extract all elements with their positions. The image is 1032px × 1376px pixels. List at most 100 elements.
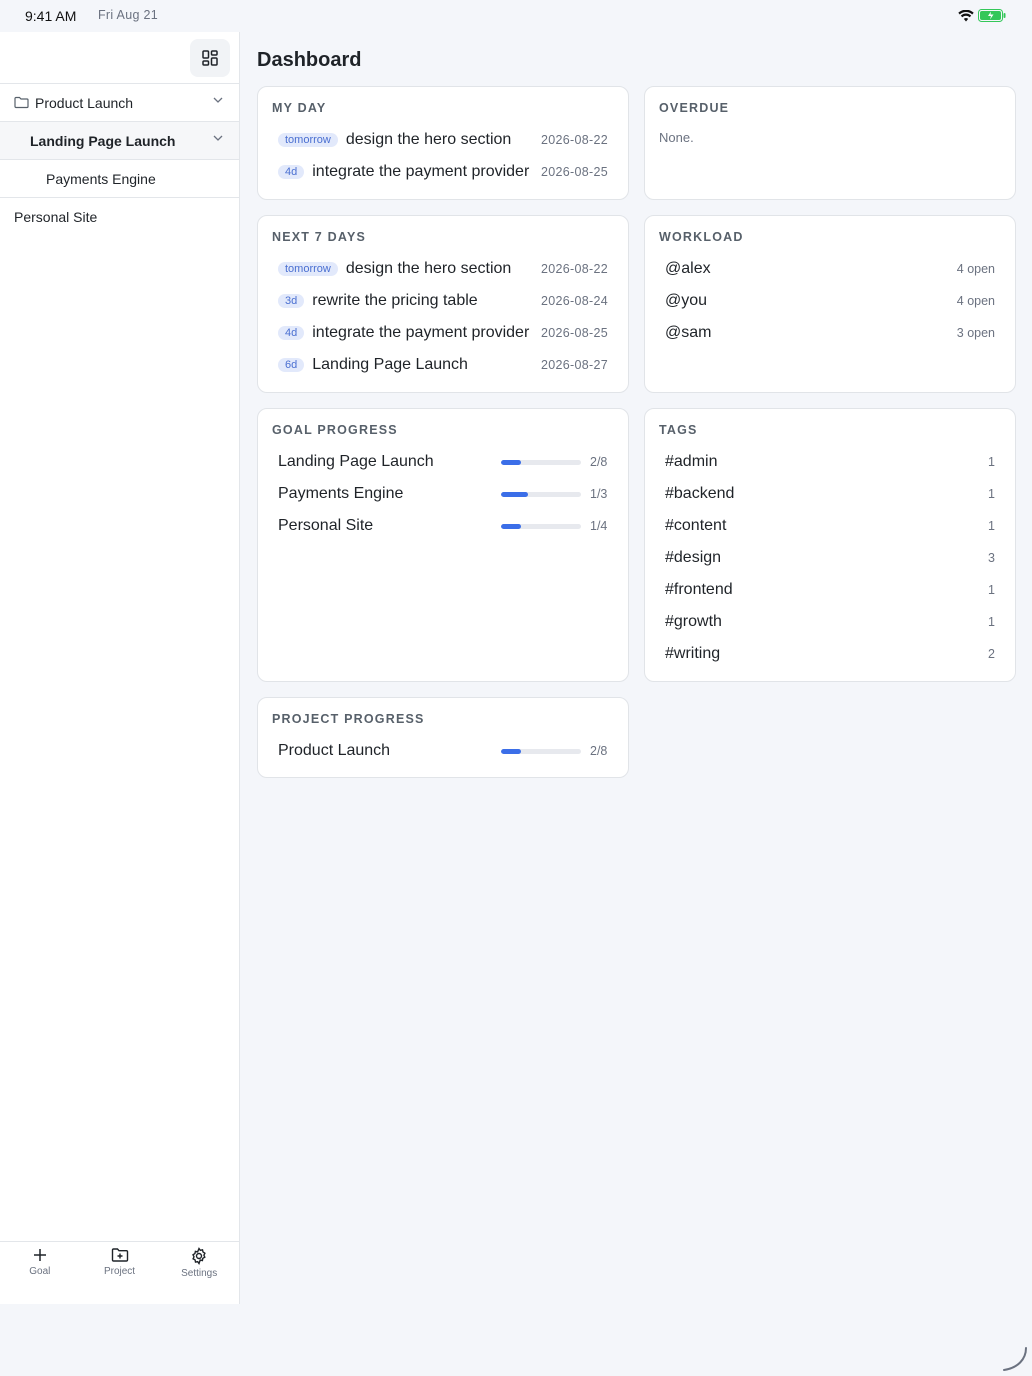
assignee-row[interactable]: @alex 4 open: [665, 256, 995, 282]
tag-row[interactable]: #content 1: [665, 513, 995, 539]
task-date: 2026-08-22: [541, 262, 608, 276]
tag-name: #content: [665, 517, 727, 534]
sidebar-item-landing-page-launch[interactable]: Landing Page Launch: [0, 122, 239, 160]
sidebar-item-label: Product Launch: [35, 94, 134, 111]
tag-name: #growth: [665, 613, 722, 630]
tag-count: 1: [988, 455, 995, 469]
tag-count: 1: [988, 487, 995, 501]
sidebar-item-label: Personal Site: [14, 209, 98, 225]
overdue-card: OVERDUE None.: [644, 86, 1016, 200]
task-row[interactable]: 4d integrate the payment provider 2026-0…: [278, 159, 608, 185]
sidebar-item-payments-engine[interactable]: Payments Engine: [0, 160, 239, 198]
goal-name: Payments Engine: [278, 485, 404, 502]
open-count: 4 open: [956, 294, 995, 308]
next-7-days-card: NEXT 7 DAYS tomorrow design the hero sec…: [257, 215, 629, 393]
gear-icon: [192, 1247, 206, 1265]
due-badge: 6d: [278, 358, 305, 372]
assignee-row[interactable]: @you 4 open: [665, 288, 995, 314]
folder-plus-icon: [111, 1248, 128, 1262]
open-count: 4 open: [956, 262, 995, 276]
progress-fraction: 2/8: [590, 455, 608, 469]
task-row[interactable]: 3d rewrite the pricing table 2026-08-24: [278, 288, 608, 314]
goal-name: Personal Site: [278, 517, 374, 534]
progress-bar: [501, 459, 581, 465]
goal-progress-row[interactable]: Landing Page Launch 2/8: [278, 449, 608, 475]
card-title: NEXT 7 DAYS: [272, 230, 367, 244]
tag-count: 1: [988, 615, 995, 629]
tag-row[interactable]: #backend 1: [665, 481, 995, 507]
open-count: 3 open: [956, 326, 995, 340]
loading-spinner-icon: [1000, 1346, 1030, 1376]
card-title: GOAL PROGRESS: [272, 423, 398, 437]
task-name: Landing Page Launch: [312, 356, 468, 373]
progress-bar: [501, 491, 581, 497]
sidebar-item-label: Payments Engine: [46, 170, 156, 187]
card-title: MY DAY: [272, 101, 327, 115]
tag-count: 1: [988, 519, 995, 533]
project-name: Product Launch: [278, 742, 391, 759]
workload-card: WORKLOAD @alex 4 open @you 4 open @sam 3…: [644, 215, 1016, 393]
progress-fraction: 2/8: [590, 744, 608, 758]
assignee-row[interactable]: @sam 3 open: [665, 320, 995, 346]
task-date: 2026-08-24: [541, 294, 608, 308]
task-row[interactable]: 6d Landing Page Launch 2026-08-27: [278, 352, 608, 378]
folder-icon: [14, 96, 29, 109]
due-badge: tomorrow: [278, 262, 338, 276]
project-progress-row[interactable]: Product Launch 2/8: [278, 738, 608, 764]
dashboard-toggle-button[interactable]: [190, 39, 230, 77]
tag-name: #design: [665, 549, 722, 566]
tab-label: Project: [103, 1266, 136, 1277]
card-title: OVERDUE: [659, 101, 730, 115]
sidebar: Product Launch Landing Page Launch Payme…: [0, 32, 240, 1304]
goal-progress-card: GOAL PROGRESS Landing Page Launch 2/8 Pa…: [257, 408, 629, 682]
dashboard-grid-icon: [202, 50, 218, 66]
tag-row[interactable]: #frontend 1: [665, 577, 995, 603]
tab-settings[interactable]: Settings: [159, 1242, 239, 1304]
tag-row[interactable]: #growth 1: [665, 609, 995, 635]
tab-label: Goal: [29, 1266, 51, 1277]
bottom-tab-bar: Goal Project Settings: [0, 1241, 239, 1304]
tag-name: #admin: [665, 453, 718, 470]
task-name: design the hero section: [345, 131, 512, 148]
tab-label: Settings: [181, 1268, 218, 1279]
page-title: Dashboard: [257, 49, 362, 71]
progress-fraction: 1/3: [590, 487, 608, 501]
tag-count: 3: [988, 551, 995, 565]
sidebar-item-personal-site[interactable]: Personal Site: [0, 198, 239, 236]
due-badge: 4d: [278, 326, 305, 340]
tag-row[interactable]: #writing 2: [665, 641, 995, 667]
tab-goal[interactable]: Goal: [0, 1242, 80, 1304]
tag-name: #frontend: [665, 581, 733, 598]
sidebar-item-product-launch[interactable]: Product Launch: [0, 84, 239, 122]
task-name: rewrite the pricing table: [312, 292, 478, 309]
status-bar: 9:41 AM Fri Aug 21: [0, 0, 1032, 32]
task-row[interactable]: tomorrow design the hero section 2026-08…: [278, 256, 608, 282]
wifi-icon: [958, 9, 974, 25]
progress-bar: [501, 523, 581, 529]
task-date: 2026-08-25: [541, 165, 608, 179]
task-date: 2026-08-22: [541, 133, 608, 147]
chevron-down-icon[interactable]: [213, 135, 223, 141]
task-date: 2026-08-27: [541, 358, 608, 372]
tab-project[interactable]: Project: [80, 1242, 160, 1304]
card-title: PROJECT PROGRESS: [272, 712, 425, 726]
tags-card: TAGS #admin 1 #backend 1 #content 1 #des…: [644, 408, 1016, 682]
my-day-card: MY DAY tomorrow design the hero section …: [257, 86, 629, 200]
progress-bar: [501, 748, 581, 754]
tag-row[interactable]: #admin 1: [665, 449, 995, 475]
due-badge: 3d: [278, 294, 305, 308]
goal-name: Landing Page Launch: [278, 453, 434, 470]
progress-fraction: 1/4: [590, 519, 608, 533]
goal-progress-row[interactable]: Payments Engine 1/3: [278, 481, 608, 507]
task-row[interactable]: tomorrow design the hero section 2026-08…: [278, 127, 608, 153]
assignee-name: @you: [665, 292, 708, 309]
tag-row[interactable]: #design 3: [665, 545, 995, 571]
task-name: design the hero section: [345, 260, 512, 277]
task-row[interactable]: 4d integrate the payment provider 2026-0…: [278, 320, 608, 346]
task-name: integrate the payment provider: [312, 163, 530, 180]
card-title: TAGS: [659, 423, 698, 437]
battery-icon: [978, 9, 1006, 25]
sidebar-item-label: Landing Page Launch: [30, 132, 176, 149]
goal-progress-row[interactable]: Personal Site 1/4: [278, 513, 608, 539]
chevron-down-icon[interactable]: [213, 97, 223, 103]
